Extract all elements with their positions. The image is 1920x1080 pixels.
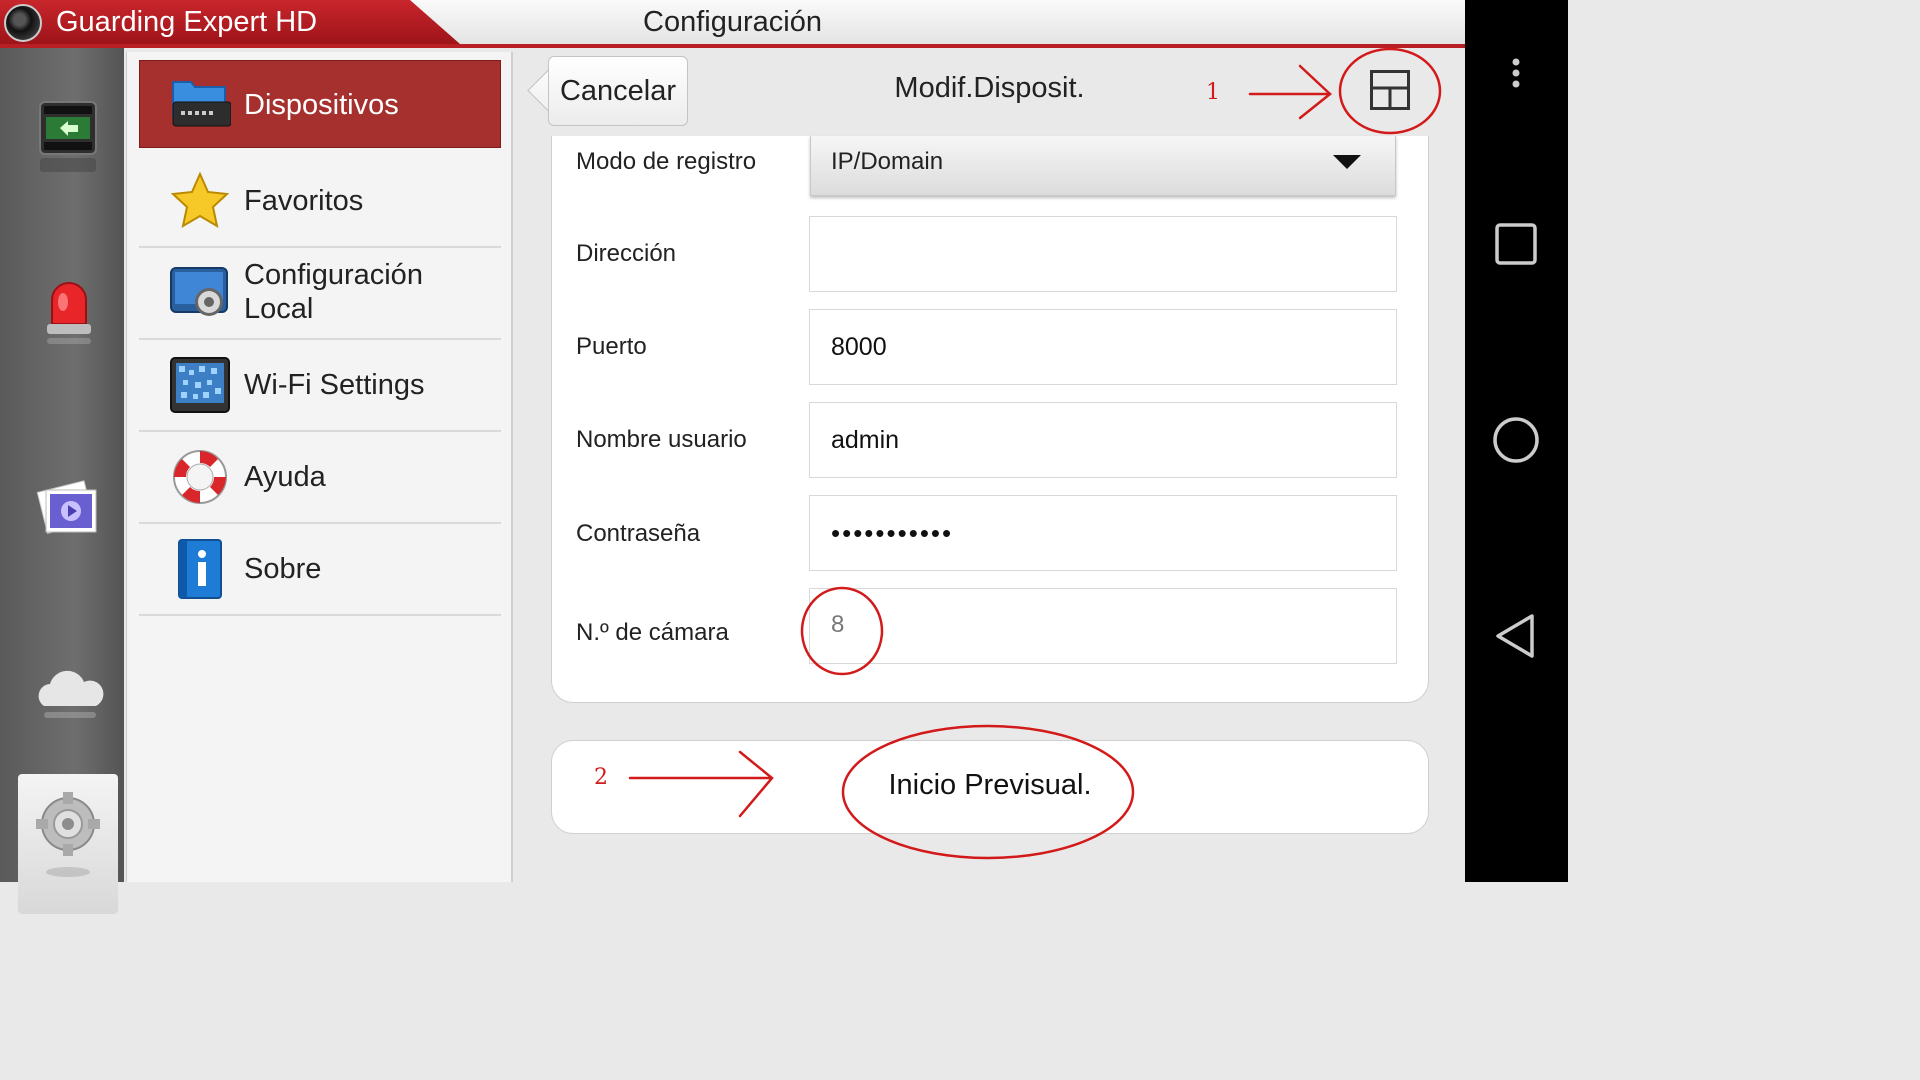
annotation-marker-2: 2 [594,765,608,790]
menu-item-label-line1: Configuración [244,259,423,291]
field-label-registration-mode: Modo de registro [576,148,757,175]
playback-icon [39,101,97,172]
start-preview-label: Inicio Previsual. [888,769,1092,801]
cancel-button[interactable]: Cancelar [548,56,688,126]
cloud-icon [38,670,104,718]
app-logo-icon [4,4,42,42]
layout-button[interactable] [1370,70,1410,110]
settings-menu: Dispositivos Favoritos Configuración Loc… [126,52,513,882]
top-bar: Guarding Expert HD Configuración [0,0,1465,48]
android-nav-bar [1465,0,1568,882]
menu-item-wifi-settings[interactable]: Wi-Fi Settings [139,340,501,432]
app-title: Guarding Expert HD [56,6,318,38]
menu-item-label-line2: Local [244,293,314,325]
info-book-icon [178,539,222,599]
field-label-camera-count: N.º de cámara [576,619,729,646]
field-label-username: Nombre usuario [576,426,747,453]
menu-item-label: Ayuda [244,461,326,493]
menu-item-configuracion-local[interactable]: Configuración Local [139,248,501,340]
home-button[interactable] [1492,416,1540,464]
field-label-address: Dirección [576,240,677,267]
menu-item-label: Sobre [244,553,322,585]
star-icon [170,171,230,229]
back-button[interactable] [1492,612,1540,660]
back-triangle-icon [1496,614,1534,658]
recents-square-icon [1495,223,1537,265]
chevron-down-icon [1333,155,1361,169]
form-title: Modif.Disposit. [894,72,1085,104]
settings-gear-icon [36,792,100,877]
form-header: Cancelar Modif.Disposit. [512,48,1465,134]
icon-rail [0,48,124,914]
menu-item-favoritos[interactable]: Favoritos [139,156,501,248]
menu-item-label: Dispositivos [244,89,399,121]
page-title: Configuración [643,6,822,38]
rail-settings[interactable] [18,774,118,914]
registration-mode-select[interactable]: IP/Domain [810,136,1396,196]
registration-mode-value: IP/Domain [831,148,944,175]
start-preview-button[interactable]: Inicio Previsual. [551,740,1429,834]
layout-grid-icon [1370,70,1410,110]
media-gallery-icon [36,480,97,534]
annotation-marker-1: 1 [1206,80,1220,105]
dvr-device-icon [172,81,231,127]
address-input[interactable] [809,216,1397,292]
rail-cloud[interactable] [0,638,124,748]
menu-item-label: Favoritos [244,185,364,217]
home-circle-icon [1493,417,1539,463]
rail-media[interactable] [0,468,124,578]
menu-item-sobre[interactable]: Sobre [139,524,501,616]
password-input[interactable]: ••••••••••• [809,495,1397,571]
app-brand: Guarding Expert HD [0,0,460,44]
overflow-menu-button[interactable] [1492,48,1540,96]
device-form: Modo de registro IP/Domain Dirección Pue… [551,136,1429,703]
field-label-password: Contraseña [576,520,701,547]
field-label-port: Puerto [576,333,647,360]
alarm-icon [47,282,91,344]
camera-count-input: 8 [809,588,1397,664]
local-config-icon [170,267,228,316]
menu-item-dispositivos[interactable]: Dispositivos [139,60,501,148]
recents-button[interactable] [1492,220,1540,268]
rail-playback[interactable] [0,88,124,198]
username-input[interactable]: admin [809,402,1397,478]
menu-item-label: Wi-Fi Settings [244,369,425,401]
wifi-qr-icon [170,357,230,413]
port-input[interactable]: 8000 [809,309,1397,385]
lifebuoy-icon [173,450,227,504]
rail-alarm[interactable] [0,268,124,378]
menu-item-ayuda[interactable]: Ayuda [139,432,501,524]
more-vertical-icon [1512,58,1520,88]
